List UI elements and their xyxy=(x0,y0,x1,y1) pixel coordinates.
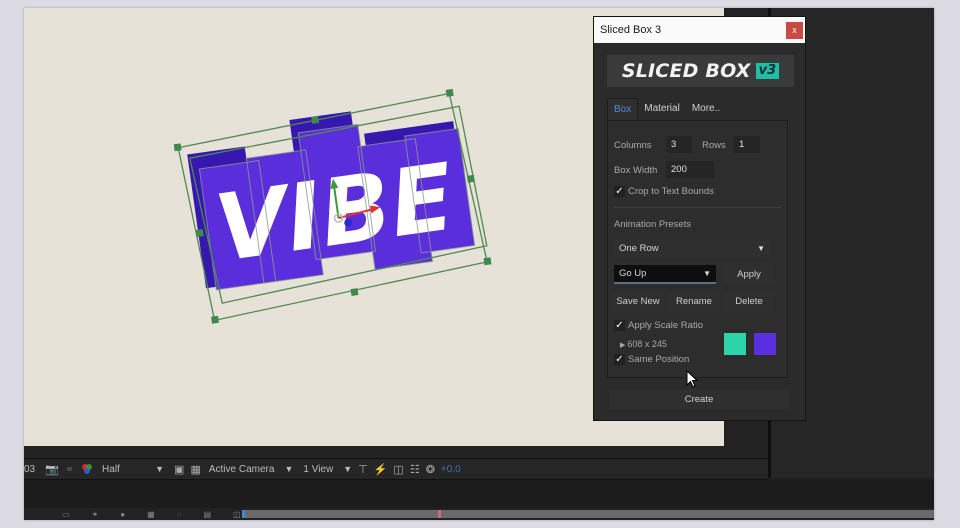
sliced-box-logo: SLICED BOX v3 xyxy=(607,55,794,87)
resolution-label: Half xyxy=(102,463,120,475)
box-width-field[interactable]: 200 xyxy=(666,161,714,178)
side-color-swatch[interactable] xyxy=(754,333,776,355)
chevron-down-icon: ▼ xyxy=(703,269,711,278)
preset-group-value: One Row xyxy=(619,243,659,254)
reset-exposure-icon[interactable]: ❂ xyxy=(426,463,435,476)
create-button[interactable]: Create xyxy=(609,389,789,409)
sliced-box-dialog: Sliced Box 3 x SLICED BOX v3 Box Materia… xyxy=(593,16,806,421)
resolution-dropdown[interactable]: Half ▼ xyxy=(102,464,164,475)
apply-button[interactable]: Apply xyxy=(724,265,774,284)
views-dropdown[interactable]: 1 View ▼ xyxy=(303,464,352,475)
dialog-title: Sliced Box 3 xyxy=(600,24,662,36)
camera-label: Active Camera xyxy=(208,463,275,475)
dialog-tabs: Box Material More.. xyxy=(607,98,726,121)
tab-more[interactable]: More.. xyxy=(686,98,726,121)
toggle-pixel-aspect-icon[interactable]: ⊤ xyxy=(358,463,368,476)
mouse-cursor-icon xyxy=(686,370,698,388)
sun-icon[interactable]: ✶ xyxy=(92,510,99,519)
apply-scale-label: Apply Scale Ratio xyxy=(628,320,703,331)
front-color-swatch[interactable] xyxy=(724,333,746,355)
playhead[interactable] xyxy=(438,510,441,518)
frame-blend-icon[interactable]: ◫ xyxy=(233,510,241,519)
exposure-value[interactable]: +0.0 xyxy=(441,464,461,475)
rows-label: Rows xyxy=(702,140,726,151)
columns-field[interactable]: 3 xyxy=(666,136,692,153)
graph-icon[interactable]: ▤ xyxy=(203,510,211,519)
tab-material[interactable]: Material xyxy=(638,98,686,121)
views-label: 1 View xyxy=(303,463,334,475)
save-new-button[interactable]: Save New xyxy=(612,292,664,311)
viewer-toolbar: 03 📷 ⚭ Half ▼ ▣ ▦ Active Camera ▼ 1 View… xyxy=(24,458,768,480)
logo-text: SLICED BOX xyxy=(621,60,751,82)
dimensions-disclosure[interactable]: ▶ 608 x 245 xyxy=(620,339,667,349)
show-snapshot-icon[interactable]: ⚭ xyxy=(65,463,74,476)
chevron-down-icon: ▼ xyxy=(155,464,165,474)
logo-version-badge: v3 xyxy=(755,63,780,79)
motion-blur-icon[interactable]: ◌ xyxy=(177,510,182,519)
region-of-interest-icon[interactable]: ▣ xyxy=(174,463,184,476)
checkmark-icon: ✓ xyxy=(614,320,625,331)
timeline-scrubber[interactable] xyxy=(242,510,934,518)
film-icon[interactable]: ▦ xyxy=(147,510,155,519)
crop-to-text-bounds-checkbox[interactable]: ✓ Crop to Text Bounds xyxy=(614,186,714,197)
preset-value: Go Up xyxy=(619,268,647,279)
chevron-down-icon: ▼ xyxy=(284,464,294,474)
timeline-area xyxy=(24,480,934,508)
dialog-titlebar[interactable]: Sliced Box 3 x xyxy=(594,17,805,43)
color-channels-icon[interactable] xyxy=(80,463,94,475)
circle-icon[interactable]: ● xyxy=(120,510,125,519)
apply-scale-ratio-checkbox[interactable]: ✓ Apply Scale Ratio xyxy=(614,320,703,331)
close-button[interactable]: x xyxy=(786,21,803,39)
rename-button[interactable]: Rename xyxy=(668,292,720,311)
rows-field[interactable]: 1 xyxy=(734,136,760,153)
frame-readout: 03 xyxy=(24,463,36,475)
dimensions-value: 608 x 245 xyxy=(627,339,667,349)
fast-previews-icon[interactable]: ⚡ xyxy=(374,463,388,476)
same-position-label: Same Position xyxy=(628,354,690,365)
checkmark-icon: ✓ xyxy=(614,354,625,365)
vibe-3d-text-layer[interactable]: VIBE xyxy=(174,88,494,328)
same-position-checkbox[interactable]: ✓ Same Position xyxy=(614,354,689,365)
checkmark-icon: ✓ xyxy=(614,186,625,197)
preset-group-dropdown[interactable]: One Row ▼ xyxy=(614,239,770,258)
tab-box[interactable]: Box xyxy=(607,98,639,121)
timeline-icon[interactable]: ◫ xyxy=(393,463,403,476)
animation-presets-label: Animation Presets xyxy=(614,219,692,230)
flowchart-icon[interactable]: ☷ xyxy=(410,463,420,476)
camera-dropdown[interactable]: Active Camera ▼ xyxy=(209,464,294,475)
preset-dropdown[interactable]: Go Up ▼ xyxy=(614,265,716,284)
comp-icon[interactable]: ▭ xyxy=(62,510,70,519)
box-width-label: Box Width xyxy=(614,165,658,176)
box-tab-panel: Columns 3 Rows 1 Box Width 200 ✓ Crop to… xyxy=(607,120,788,378)
crop-label: Crop to Text Bounds xyxy=(628,186,714,197)
camera-icon[interactable]: 📷 xyxy=(45,463,59,476)
chevron-down-icon: ▼ xyxy=(343,464,353,474)
viewer-gap xyxy=(24,446,768,458)
divider xyxy=(614,207,782,208)
chevron-down-icon: ▼ xyxy=(757,244,765,253)
delete-button[interactable]: Delete xyxy=(724,292,774,311)
transparency-grid-icon[interactable]: ▦ xyxy=(190,463,200,476)
columns-label: Columns xyxy=(614,140,652,151)
